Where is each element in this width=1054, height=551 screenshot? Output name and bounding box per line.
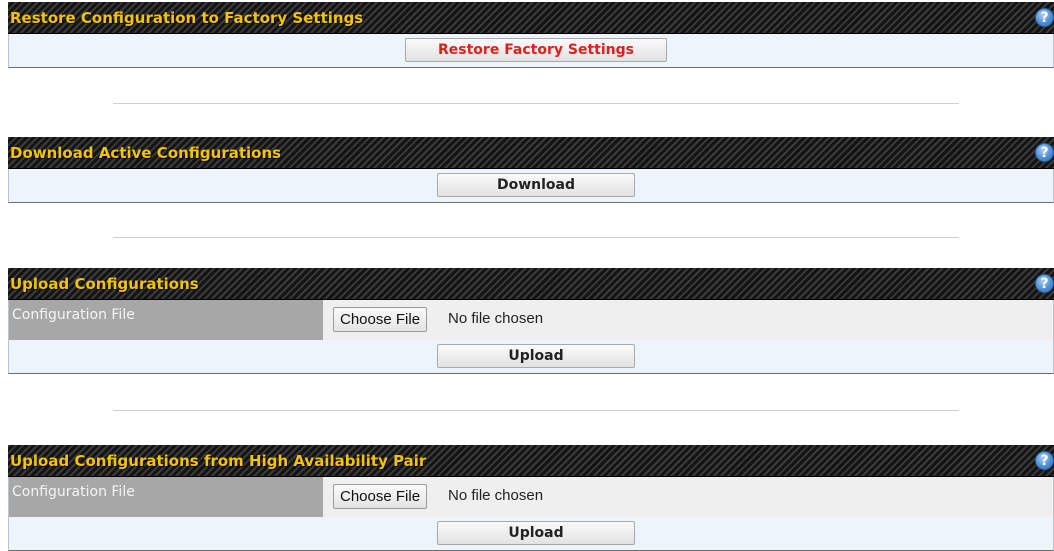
choose-file-button[interactable]: Choose File: [333, 484, 428, 509]
restore-section: Restore Configuration to Factory Setting…: [8, 2, 1054, 68]
separator: [113, 410, 959, 411]
upload-ha-title: Upload Configurations from High Availabi…: [10, 452, 427, 470]
upload-button-row: Upload: [8, 340, 1054, 374]
help-icon[interactable]: ?: [1035, 8, 1054, 27]
restore-title: Restore Configuration to Factory Setting…: [10, 9, 364, 27]
upload-ha-button[interactable]: Upload: [437, 521, 635, 545]
download-button-row: Download: [8, 169, 1054, 203]
download-button[interactable]: Download: [437, 173, 635, 197]
file-status: No file chosen: [448, 487, 544, 504]
help-icon[interactable]: ?: [1035, 274, 1054, 293]
upload-file-row: Configuration File Choose File No file c…: [8, 300, 1054, 340]
file-input-cell: Choose File No file chosen: [323, 477, 1053, 517]
upload-title: Upload Configurations: [10, 275, 199, 293]
upload-ha-button-row: Upload: [8, 517, 1054, 551]
upload-ha-section: Upload Configurations from High Availabi…: [8, 445, 1054, 551]
download-section: Download Active Configurations ? Downloa…: [8, 137, 1054, 203]
separator: [113, 237, 959, 238]
configuration-file-label: Configuration File: [9, 477, 323, 517]
file-status: No file chosen: [448, 310, 544, 327]
choose-file-button[interactable]: Choose File: [333, 307, 428, 332]
upload-button[interactable]: Upload: [437, 344, 635, 368]
file-input-cell: Choose File No file chosen: [323, 300, 1053, 340]
restore-factory-settings-button[interactable]: Restore Factory Settings: [405, 38, 667, 62]
upload-ha-header: Upload Configurations from High Availabi…: [8, 445, 1054, 477]
restore-header: Restore Configuration to Factory Setting…: [8, 2, 1054, 34]
upload-section: Upload Configurations ? Configuration Fi…: [8, 268, 1054, 374]
help-icon[interactable]: ?: [1035, 451, 1054, 470]
download-header: Download Active Configurations ?: [8, 137, 1054, 169]
help-icon[interactable]: ?: [1035, 143, 1054, 162]
configuration-file-label: Configuration File: [9, 300, 323, 340]
download-title: Download Active Configurations: [10, 144, 282, 162]
upload-ha-file-row: Configuration File Choose File No file c…: [8, 477, 1054, 517]
restore-button-row: Restore Factory Settings: [8, 34, 1054, 68]
upload-header: Upload Configurations ?: [8, 268, 1054, 300]
separator: [113, 103, 959, 104]
